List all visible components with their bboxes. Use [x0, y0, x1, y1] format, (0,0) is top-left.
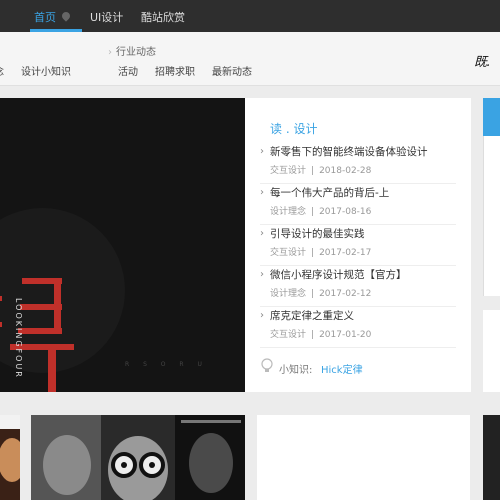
hero-vertical-text: LOOKINGFOUR	[14, 298, 23, 379]
article-title[interactable]: 引导设计的最佳实践	[270, 226, 365, 241]
article-item[interactable]: › 新零售下的智能终端设备体验设计 交互设计 | 2018-02-28	[260, 143, 456, 184]
hero-faint-text: R S O R U	[125, 361, 208, 368]
top-navigation: 首页 UI设计 酷站欣赏	[0, 0, 500, 32]
article-item[interactable]: › 席克定律之重定义 交互设计 | 2017-01-20	[260, 307, 456, 348]
signature-logo: 既.	[474, 55, 490, 70]
meta-separator: |	[311, 248, 315, 258]
article-meta: 设计理念 | 2017-08-16	[270, 204, 371, 217]
article-date: 2017-08-16	[319, 207, 372, 217]
article-meta: 交互设计 | 2017-01-20	[270, 327, 371, 340]
read-design-heading: 读 . 设计	[270, 122, 318, 136]
article-category[interactable]: 设计理念	[270, 289, 306, 299]
subnav-latest-news[interactable]: 最新动态	[212, 63, 252, 78]
article-date: 2017-01-20	[319, 330, 372, 340]
lightbulb-icon	[261, 358, 273, 372]
article-item[interactable]: › 微信小程序设计规范【官方】 设计理念 | 2017-02-12	[260, 266, 456, 307]
card-thumbnail[interactable]	[31, 415, 245, 500]
article-meta: 设计理念 | 2017-02-12	[270, 286, 371, 299]
calligraphy-graphic	[0, 278, 74, 392]
industry-news-label: 行业动态	[116, 47, 156, 58]
tip-label: 小知识:	[279, 365, 313, 376]
article-meta: 交互设计 | 2017-02-17	[270, 245, 371, 258]
read-design-panel: 读 . 设计 › 新零售下的智能终端设备体验设计 交互设计 | 2018-02-28…	[245, 98, 471, 392]
subnav-industry-news[interactable]: › 行业动态	[108, 43, 156, 58]
meta-separator: |	[311, 207, 315, 217]
subnav-recruit[interactable]: 招聘求职	[155, 63, 195, 78]
article-title[interactable]: 新零售下的智能终端设备体验设计	[270, 144, 428, 159]
article-category[interactable]: 交互设计	[270, 166, 306, 176]
article-title[interactable]: 席克定律之重定义	[270, 308, 354, 323]
hero-banner[interactable]: LOOKINGFOUR R S O R U	[0, 98, 245, 392]
chevron-right-icon: ›	[260, 228, 264, 239]
glasses-photo	[31, 415, 245, 500]
article-date: 2017-02-12	[319, 289, 372, 299]
card-thumbnail[interactable]	[0, 415, 20, 500]
side-panel-secondary	[483, 310, 500, 392]
chevron-right-icon: ›	[260, 269, 264, 280]
chevron-right-icon: ›	[260, 146, 264, 157]
article-date: 2017-02-17	[319, 248, 372, 258]
nav-cool-sites[interactable]: 酷站欣赏	[141, 9, 185, 25]
nav-home[interactable]: 首页	[34, 9, 56, 25]
sub-navigation: 念 设计小知识 › 行业动态 活动 招聘求职 最新动态 既.	[0, 32, 500, 86]
article-item[interactable]: › 引导设计的最佳实践 交互设计 | 2017-02-17	[260, 225, 456, 266]
chevron-right-icon: ›	[260, 187, 264, 198]
droplet-icon	[60, 10, 72, 22]
nav-ui-design[interactable]: UI设计	[90, 9, 123, 25]
meta-separator: |	[311, 289, 315, 299]
subnav-cut-link[interactable]: 念	[0, 63, 4, 78]
chevron-right-icon: ›	[260, 310, 264, 321]
article-item[interactable]: › 每一个伟大产品的背后-上 设计理念 | 2017-08-16	[260, 184, 456, 225]
card-empty[interactable]	[257, 415, 470, 500]
article-category[interactable]: 交互设计	[270, 330, 306, 340]
tip-link[interactable]: Hick定律	[321, 361, 363, 376]
article-category[interactable]: 设计理念	[270, 207, 306, 217]
side-panel	[483, 136, 500, 296]
meta-separator: |	[311, 330, 315, 340]
article-date: 2018-02-28	[319, 166, 372, 176]
article-title[interactable]: 每一个伟大产品的背后-上	[270, 185, 389, 200]
card-thumbnail[interactable]	[483, 415, 500, 500]
article-title[interactable]: 微信小程序设计规范【官方】	[270, 267, 407, 282]
article-category[interactable]: 交互设计	[270, 248, 306, 258]
chevron-right-icon: ›	[108, 47, 112, 58]
article-meta: 交互设计 | 2018-02-28	[270, 163, 371, 176]
meta-separator: |	[311, 166, 315, 176]
portrait-image	[0, 415, 20, 500]
side-panel-header	[483, 98, 500, 136]
subnav-design-tips[interactable]: 设计小知识	[21, 63, 71, 78]
subnav-activity[interactable]: 活动	[118, 63, 138, 78]
